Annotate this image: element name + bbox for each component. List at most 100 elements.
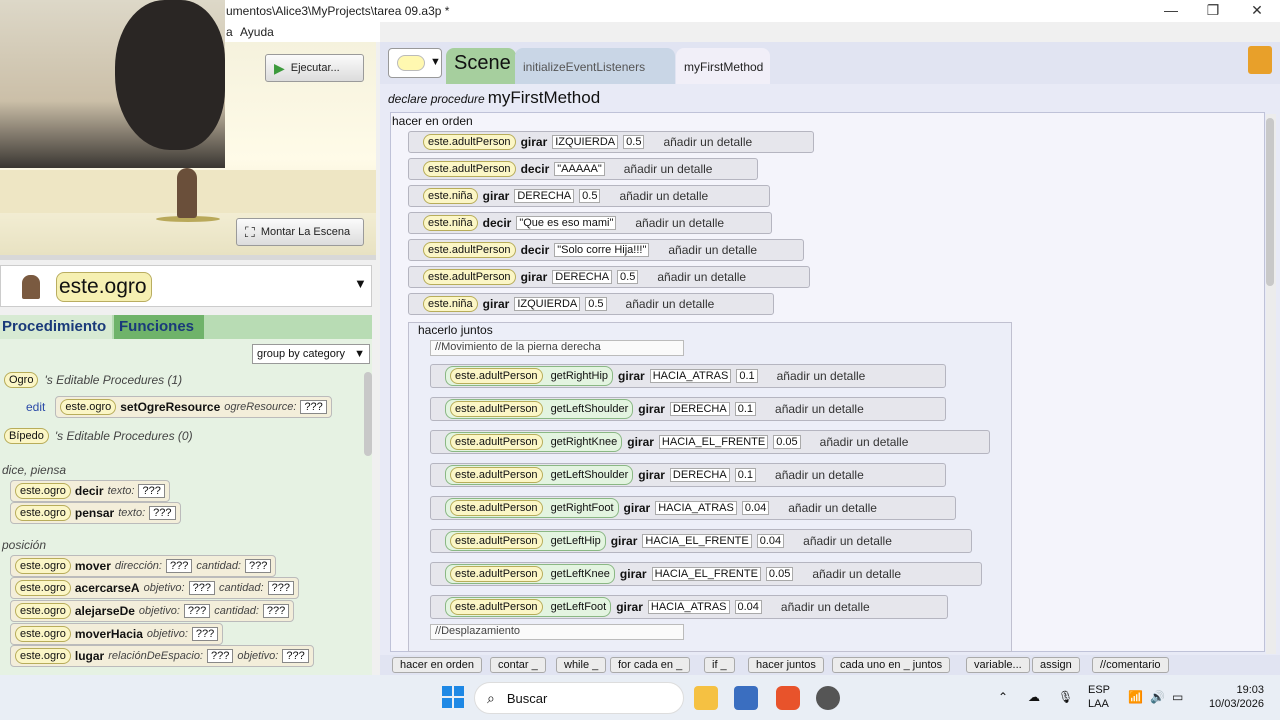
comment-displacement[interactable]: //Desplazamiento bbox=[430, 624, 684, 640]
joint-getter[interactable]: este.adultPerson getRightHip bbox=[445, 366, 614, 386]
statement-row[interactable]: este.adultPerson girar IZQUIERDA 0.5 añadir … bbox=[408, 131, 814, 153]
class-bipedo[interactable]: Bípedo bbox=[4, 428, 49, 444]
add-detail-button[interactable]: añadir un detalle bbox=[788, 501, 877, 515]
chevron-up-icon[interactable]: ⌃ bbox=[998, 690, 1008, 704]
battery-icon[interactable]: ▭ bbox=[1172, 690, 1183, 704]
joint-statement-row[interactable]: este.adultPerson getRightKnee girar HACIA_E… bbox=[430, 430, 990, 454]
brave-browser-icon[interactable] bbox=[776, 686, 800, 710]
tab-functions[interactable]: Funciones bbox=[114, 315, 204, 339]
microphone-icon[interactable]: 🎙 bbox=[1058, 690, 1073, 704]
statement-row[interactable]: este.adultPerson decir "Solo corre Hija!!!… bbox=[408, 239, 804, 261]
joint-statement-row[interactable]: este.adultPerson getLeftShoulder girar DERE… bbox=[430, 463, 946, 487]
dropdown-arrow-icon[interactable]: ▼ bbox=[430, 56, 441, 68]
joint-getter[interactable]: este.adultPerson getLeftHip bbox=[445, 531, 606, 551]
add-detail-button[interactable]: añadir un detalle bbox=[635, 216, 724, 230]
set-ogre-resource-block[interactable]: este.ogro setOgreResource ogreResource: … bbox=[55, 396, 332, 418]
joint-getter[interactable]: este.adultPerson getLeftKnee bbox=[445, 564, 615, 584]
group-by-select[interactable]: group by category ▼ bbox=[252, 344, 370, 364]
statement-row[interactable]: este.adultPerson decir "AAAAA" añadir un de… bbox=[408, 158, 758, 180]
add-detail-button[interactable]: añadir un detalle bbox=[624, 162, 713, 176]
clock[interactable]: 19:03 10/03/2026 bbox=[1200, 683, 1264, 711]
move-toward-block[interactable]: este.ogro acercarseA objetivo:??? cantidad:… bbox=[10, 577, 299, 599]
param-label: objetivo: bbox=[237, 650, 279, 662]
target-pill: este.ogro bbox=[15, 558, 71, 574]
think-block[interactable]: este.ogro pensar texto:??? bbox=[10, 502, 181, 524]
add-detail-button[interactable]: añadir un detalle bbox=[803, 534, 892, 548]
tab-scene[interactable]: Scene bbox=[446, 48, 516, 84]
add-detail-button[interactable]: añadir un detalle bbox=[775, 402, 864, 416]
tab-procedures[interactable]: Procedimiento bbox=[0, 315, 112, 339]
minimize-button[interactable]: — bbox=[1150, 0, 1192, 22]
place-block[interactable]: este.ogro lugar relaciónDeEspacio:??? objet… bbox=[10, 645, 314, 667]
control-item[interactable]: variable... bbox=[966, 657, 1030, 673]
statement-row[interactable]: este.niña girar IZQUIERDA 0.5 añadir un deta… bbox=[408, 293, 774, 315]
control-item[interactable]: while _ bbox=[556, 657, 607, 673]
control-item[interactable]: hacer juntos bbox=[748, 657, 824, 673]
add-detail-button[interactable]: añadir un detalle bbox=[777, 369, 866, 383]
expand-icon: ⛶ bbox=[245, 223, 255, 240]
maximize-button[interactable]: ❐ bbox=[1192, 0, 1234, 22]
joint-getter[interactable]: este.adultPerson getRightFoot bbox=[445, 498, 619, 518]
language-indicator[interactable]: ESP LAA bbox=[1088, 683, 1110, 711]
statement-row[interactable]: este.niña decir "Que es eso mami" añadir un… bbox=[408, 212, 772, 234]
editor-scroll-thumb[interactable] bbox=[1266, 118, 1274, 286]
tab-my-first-method[interactable]: myFirstMethod bbox=[676, 48, 770, 84]
volume-icon[interactable]: 🔊 bbox=[1150, 690, 1165, 704]
direction-value: HACIA_ATRAS bbox=[655, 501, 737, 515]
control-item[interactable]: if _ bbox=[704, 657, 735, 673]
palette-scrollbar[interactable] bbox=[364, 372, 372, 456]
control-item[interactable]: cada uno en _ juntos bbox=[832, 657, 951, 673]
dropdown-arrow-icon[interactable]: ▼ bbox=[354, 276, 367, 291]
folder-icon[interactable] bbox=[1248, 46, 1272, 74]
wifi-icon[interactable]: 📶 bbox=[1128, 690, 1143, 704]
class-ogro[interactable]: Ogro bbox=[4, 372, 39, 388]
start-icon[interactable] bbox=[442, 686, 464, 708]
joint-getter[interactable]: este.adultPerson getRightKnee bbox=[445, 432, 623, 452]
tab-initialize-event-listeners[interactable]: initializeEventListeners bbox=[515, 48, 675, 84]
add-detail-button[interactable]: añadir un detalle bbox=[619, 189, 708, 203]
run-button[interactable]: ▶ Ejecutar... bbox=[265, 54, 364, 82]
splitter[interactable] bbox=[0, 255, 376, 260]
edit-link[interactable]: edit bbox=[26, 400, 45, 414]
statement-row[interactable]: este.niña girar DERECHA 0.5 añadir un detall… bbox=[408, 185, 770, 207]
cloud-icon[interactable]: ☁ bbox=[1028, 690, 1040, 704]
move-block[interactable]: este.ogro mover dirección:??? cantidad:??? bbox=[10, 555, 277, 577]
say-block[interactable]: este.ogro decir texto:??? bbox=[10, 480, 170, 502]
mount-scene-button[interactable]: ⛶ Montar La Escena bbox=[236, 218, 364, 246]
add-detail-button[interactable]: añadir un detalle bbox=[668, 243, 757, 257]
add-detail-button[interactable]: añadir un detalle bbox=[657, 270, 746, 284]
file-explorer-icon[interactable] bbox=[694, 686, 718, 710]
control-item[interactable]: contar _ bbox=[490, 657, 546, 673]
close-button[interactable]: ✕ bbox=[1236, 0, 1278, 22]
joint-statement-row[interactable]: este.adultPerson getLeftHip girar HACIA_EL_… bbox=[430, 529, 972, 553]
control-item[interactable]: assign bbox=[1032, 657, 1080, 673]
joint-statement-row[interactable]: este.adultPerson getRightHip girar HACIA_AT… bbox=[430, 364, 946, 388]
joint-statement-row[interactable]: este.adultPerson getRightFoot girar HACIA_A… bbox=[430, 496, 956, 520]
ogre-model[interactable] bbox=[177, 168, 197, 218]
add-detail-button[interactable]: añadir un detalle bbox=[781, 600, 870, 614]
joint-statement-row[interactable]: este.adultPerson getLeftKnee girar HACIA_EL… bbox=[430, 562, 982, 586]
add-detail-button[interactable]: añadir un detalle bbox=[626, 297, 715, 311]
alice-app-icon[interactable] bbox=[734, 686, 758, 710]
comment-right-leg[interactable]: //Movimiento de la pierna derecha bbox=[430, 340, 684, 356]
statement-row[interactable]: este.adultPerson girar DERECHA 0.5 añadir un… bbox=[408, 266, 810, 288]
menu-item-a[interactable]: a bbox=[226, 25, 233, 39]
move-away-block[interactable]: este.ogro alejarseDe objetivo:??? cantidad:… bbox=[10, 600, 295, 622]
joint-statement-row[interactable]: este.adultPerson getLeftFoot girar HACIA_AT… bbox=[430, 595, 948, 619]
add-detail-button[interactable]: añadir un detalle bbox=[663, 135, 752, 149]
control-item[interactable]: //comentario bbox=[1092, 657, 1169, 673]
joint-statement-row[interactable]: este.adultPerson getLeftShoulder girar DERE… bbox=[430, 397, 946, 421]
control-item[interactable]: for cada en _ bbox=[610, 657, 691, 673]
menu-item-ayuda[interactable]: Ayuda bbox=[240, 25, 274, 39]
app-icon[interactable] bbox=[816, 686, 840, 710]
move-to-block[interactable]: este.ogro moverHacia objetivo:??? bbox=[10, 623, 224, 645]
add-detail-button[interactable]: añadir un detalle bbox=[812, 567, 901, 581]
control-item[interactable]: hacer en orden bbox=[392, 657, 482, 673]
object-selector-value[interactable]: este.ogro bbox=[56, 272, 152, 302]
add-detail-button[interactable]: añadir un detalle bbox=[775, 468, 864, 482]
add-detail-button[interactable]: añadir un detalle bbox=[820, 435, 909, 449]
joint-getter[interactable]: este.adultPerson getLeftShoulder bbox=[445, 399, 634, 419]
joint-getter[interactable]: este.adultPerson getLeftFoot bbox=[445, 597, 612, 617]
taskbar-search[interactable]: ⌕ Buscar bbox=[474, 682, 684, 714]
joint-getter[interactable]: este.adultPerson getLeftShoulder bbox=[445, 465, 634, 485]
